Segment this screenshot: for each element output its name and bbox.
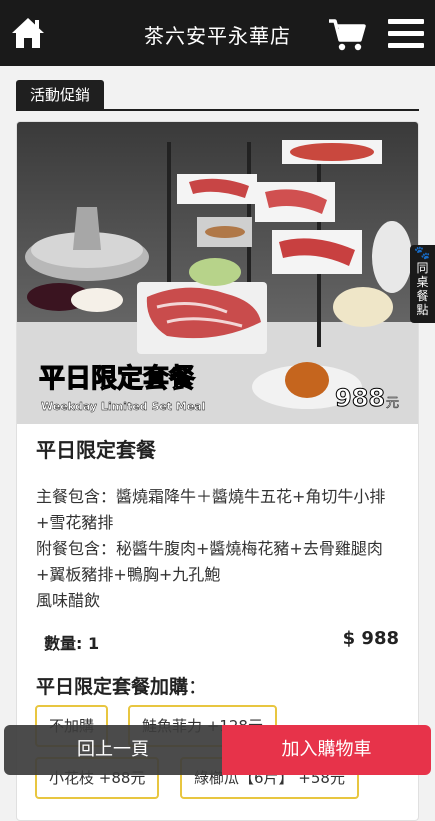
back-button[interactable]: 回上一頁 [4, 725, 222, 775]
addon-section-title: 平日限定套餐加購： [36, 672, 207, 699]
addon-title-text: 平日限定套餐加購 [36, 676, 189, 698]
side-tab-char: 餐 [416, 289, 429, 303]
photo-price-unit: 元 [386, 396, 399, 411]
product-photo: 平日限定套餐 Weekday Limited Set Meal 988 元 [17, 122, 418, 424]
store-title: 茶六安平永華店 [144, 24, 291, 48]
hamburger-menu-icon[interactable] [388, 18, 424, 50]
description-line: 主餐包含：醬燒霜降牛＋醬燒牛五花+角切牛小排+雪花豬排 [36, 487, 386, 532]
photo-subtitle-text: Weekday Limited Set Meal [41, 400, 205, 413]
product-price: $ 988 [342, 628, 399, 649]
product-card: 平日限定套餐 Weekday Limited Set Meal 988 元 平日… [16, 121, 419, 821]
addon-title-colon: ： [188, 676, 208, 698]
section-divider [16, 109, 419, 111]
side-tab-char: 點 [416, 303, 429, 317]
cart-icon[interactable] [328, 18, 366, 52]
photo-title-text: 平日限定套餐 [39, 363, 196, 394]
top-navigation-bar: 茶六安平永華店 [0, 0, 435, 66]
photo-price-text: 988 [335, 384, 385, 412]
product-name: 平日限定套餐 [36, 438, 156, 462]
product-description: 主餐包含：醬燒霜降牛＋醬燒牛五花+角切牛小排+雪花豬排 附餐包含：秘醬牛腹肉+醬… [36, 484, 406, 614]
paw-icon: 🐾 [414, 246, 431, 261]
side-tab-char: 桌 [416, 275, 429, 289]
description-line: 風味醋飲 [36, 591, 101, 610]
side-tab-char: 同 [416, 261, 429, 275]
add-to-cart-button[interactable]: 加入購物車 [222, 725, 431, 775]
quantity-label: 數量: 1 [44, 634, 100, 653]
section-tab-promotions[interactable]: 活動促銷 [16, 80, 105, 110]
group-order-side-tab[interactable]: 🐾 同 桌 餐 點 [410, 245, 435, 323]
description-line: 附餐包含：秘醬牛腹肉+醬燒梅花豬+去骨雞腿肉+翼板豬排+鴨胸+九孔鮑 [36, 539, 383, 584]
